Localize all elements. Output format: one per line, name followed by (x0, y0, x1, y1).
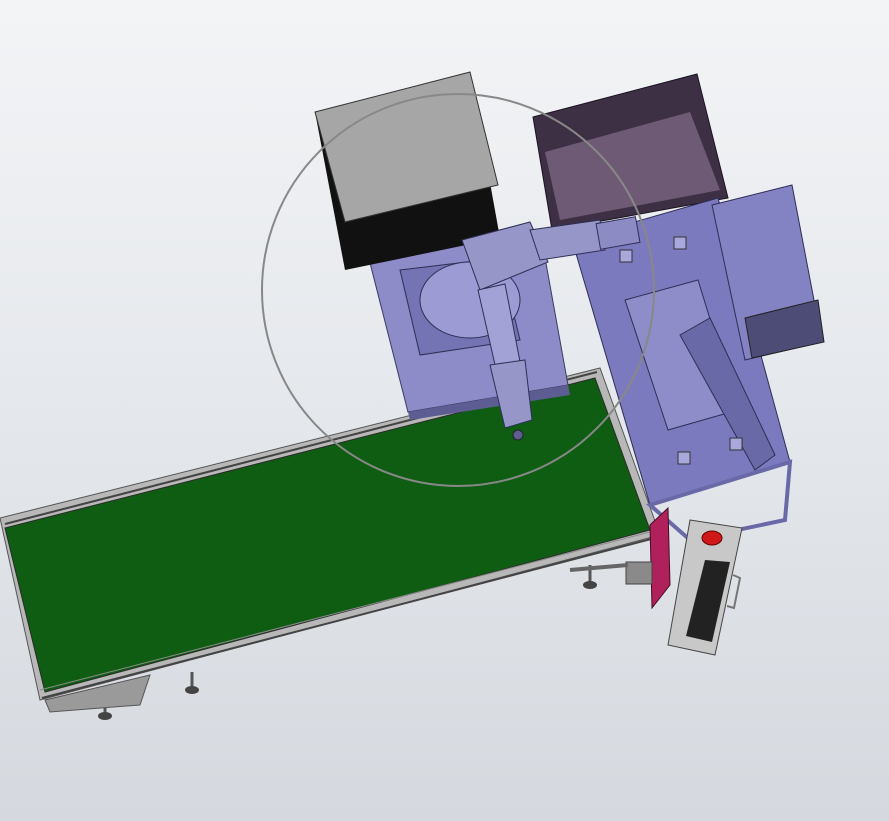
conveyor-foot-1 (98, 712, 112, 720)
work-table-block-1 (619, 249, 633, 263)
monitor-mount (625, 561, 653, 585)
monitor-arm (569, 563, 629, 572)
conveyor-foot-2 (185, 686, 199, 694)
work-table-block-4 (729, 437, 743, 451)
cad-viewport[interactable] (0, 0, 889, 821)
emergency-stop[interactable] (701, 530, 723, 546)
conveyor-foot-3 (583, 581, 597, 589)
work-table-block-3 (677, 451, 691, 465)
robot-arm-tool (512, 429, 524, 441)
keyboard-panel[interactable] (667, 519, 743, 656)
conveyor-belt[interactable] (0, 367, 661, 720)
conveyor-belt-surface (4, 377, 651, 693)
monitor-screen (649, 506, 671, 610)
cad-scene[interactable] (0, 0, 889, 821)
work-table-block-2 (673, 236, 687, 250)
